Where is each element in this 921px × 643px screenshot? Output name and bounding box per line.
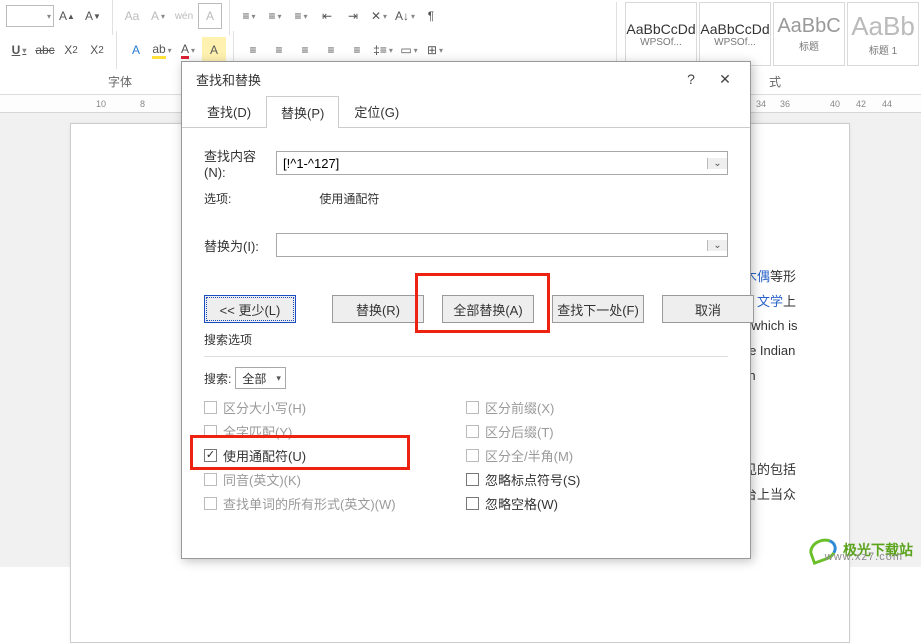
help-button[interactable]: ? <box>674 65 708 93</box>
sort-button[interactable]: A↓ <box>393 3 417 29</box>
search-options-label: 搜索选项 <box>204 331 728 348</box>
underline-button[interactable]: U <box>7 37 31 63</box>
replace-input[interactable] <box>277 238 707 253</box>
style-item-3[interactable]: AaBb标题 1 <box>847 2 919 66</box>
text-effects-button[interactable]: A <box>124 37 148 63</box>
indent-dec-button[interactable]: ⇤ <box>315 3 339 29</box>
ck-case: 区分大小写(H) <box>204 395 466 419</box>
ck-ignore-space[interactable]: 忽略空格(W) <box>466 491 728 515</box>
search-scope-select[interactable]: 全部 <box>235 367 286 389</box>
strike-button[interactable]: abc <box>33 37 57 63</box>
ck-wholeword: 全字匹配(Y) <box>204 419 466 443</box>
dialog-titlebar[interactable]: 查找和替换 ? ✕ <box>182 62 750 96</box>
find-input[interactable] <box>277 156 707 171</box>
bullets-button[interactable]: ≡ <box>237 3 261 29</box>
ck-prefix: 区分前缀(X) <box>466 395 728 419</box>
find-next-button[interactable]: 查找下一处(F) <box>552 295 644 323</box>
change-case-button[interactable]: Aa <box>120 3 144 29</box>
ck-ignore-punct[interactable]: 忽略标点符号(S) <box>466 467 728 491</box>
find-combo[interactable]: ⌄ <box>276 151 728 175</box>
char-shading-button[interactable]: A <box>198 3 222 29</box>
options-value: 使用通配符 <box>319 192 379 206</box>
align-justify-button[interactable]: ≡ <box>319 37 343 63</box>
style-gallery[interactable]: AaBbCcDdWPSOf... AaBbCcDdWPSOf... AaBbC标… <box>616 2 919 66</box>
replace-dropdown[interactable]: ⌄ <box>707 240 727 251</box>
indent-inc-button[interactable]: ⇥ <box>341 3 365 29</box>
search-scope-label: 搜索: <box>204 370 231 387</box>
numbering-button[interactable]: ≡ <box>263 3 287 29</box>
align-right-button[interactable]: ≡ <box>293 37 317 63</box>
less-button[interactable]: << 更少(L) <box>204 295 296 323</box>
cancel-button[interactable]: 取消 <box>662 295 754 323</box>
multilevel-button[interactable]: ≡ <box>289 3 313 29</box>
options-label: 选项: <box>204 190 276 207</box>
watermark: 极光下载站 www.xz7.com <box>809 539 913 561</box>
font-color-button[interactable]: A <box>176 37 200 63</box>
style-item-2[interactable]: AaBbC标题 <box>773 2 845 66</box>
align-dist-button[interactable]: ≡ <box>345 37 369 63</box>
ck-wildcards[interactable]: 使用通配符(U) <box>204 443 466 467</box>
group-label-font: 字体 <box>108 73 132 90</box>
watermark-url: www.xz7.com <box>825 551 903 563</box>
char-shading2-button[interactable]: A <box>202 37 226 63</box>
replace-all-button[interactable]: 全部替换(A) <box>442 295 534 323</box>
align-center-button[interactable]: ≡ <box>267 37 291 63</box>
dialog-tabs: 查找(D) 替换(P) 定位(G) <box>182 96 750 128</box>
grow-font-button[interactable]: A▲ <box>55 3 79 29</box>
font-size-combo[interactable] <box>6 5 54 27</box>
replace-button[interactable]: 替换(R) <box>332 295 424 323</box>
superscript-button[interactable]: X2 <box>85 37 109 63</box>
style-item-1[interactable]: AaBbCcDdWPSOf... <box>699 2 771 66</box>
borders-button[interactable]: ⊞ <box>423 37 447 63</box>
close-button[interactable]: ✕ <box>708 65 742 93</box>
tab-find[interactable]: 查找(D) <box>192 95 266 127</box>
tab-replace[interactable]: 替换(P) <box>266 96 339 128</box>
style-item-0[interactable]: AaBbCcDdWPSOf... <box>625 2 697 66</box>
find-replace-dialog: 查找和替换 ? ✕ 查找(D) 替换(P) 定位(G) 查找内容(N): ⌄ 选… <box>181 61 751 559</box>
tab-goto[interactable]: 定位(G) <box>339 95 414 127</box>
find-dropdown[interactable]: ⌄ <box>707 158 727 169</box>
align-left-button[interactable]: ≡ <box>241 37 265 63</box>
link-wenxue[interactable]: 文学 <box>757 294 783 309</box>
group-label-style-suffix: 式 <box>769 73 781 90</box>
replace-combo[interactable]: ⌄ <box>276 233 728 257</box>
replace-label: 替换为(I): <box>204 236 276 255</box>
char-border-button[interactable]: A <box>146 3 170 29</box>
tab-button[interactable]: ✕ <box>367 3 391 29</box>
checks-left: 区分大小写(H) 全字匹配(Y) 使用通配符(U) 同音(英文)(K) 查找单词… <box>204 395 466 515</box>
ck-suffix: 区分后缀(T) <box>466 419 728 443</box>
show-marks-button[interactable]: ¶ <box>419 3 443 29</box>
ck-width: 区分全/半角(M) <box>466 443 728 467</box>
shading-button[interactable]: ▭ <box>397 37 421 63</box>
dialog-title: 查找和替换 <box>196 70 261 89</box>
find-label: 查找内容(N): <box>204 146 276 180</box>
line-spacing-button[interactable]: ‡≡ <box>371 37 395 63</box>
ck-wordforms: 查找单词的所有形式(英文)(W) <box>204 491 466 515</box>
checks-right: 区分前缀(X) 区分后缀(T) 区分全/半角(M) 忽略标点符号(S) 忽略空格… <box>466 395 728 515</box>
phonetic-guide-button[interactable]: wén <box>172 3 196 29</box>
shrink-font-button[interactable]: A▼ <box>81 3 105 29</box>
highlight-button[interactable]: ab <box>150 37 174 63</box>
subscript-button[interactable]: X2 <box>59 37 83 63</box>
ck-soundslike: 同音(英文)(K) <box>204 467 466 491</box>
